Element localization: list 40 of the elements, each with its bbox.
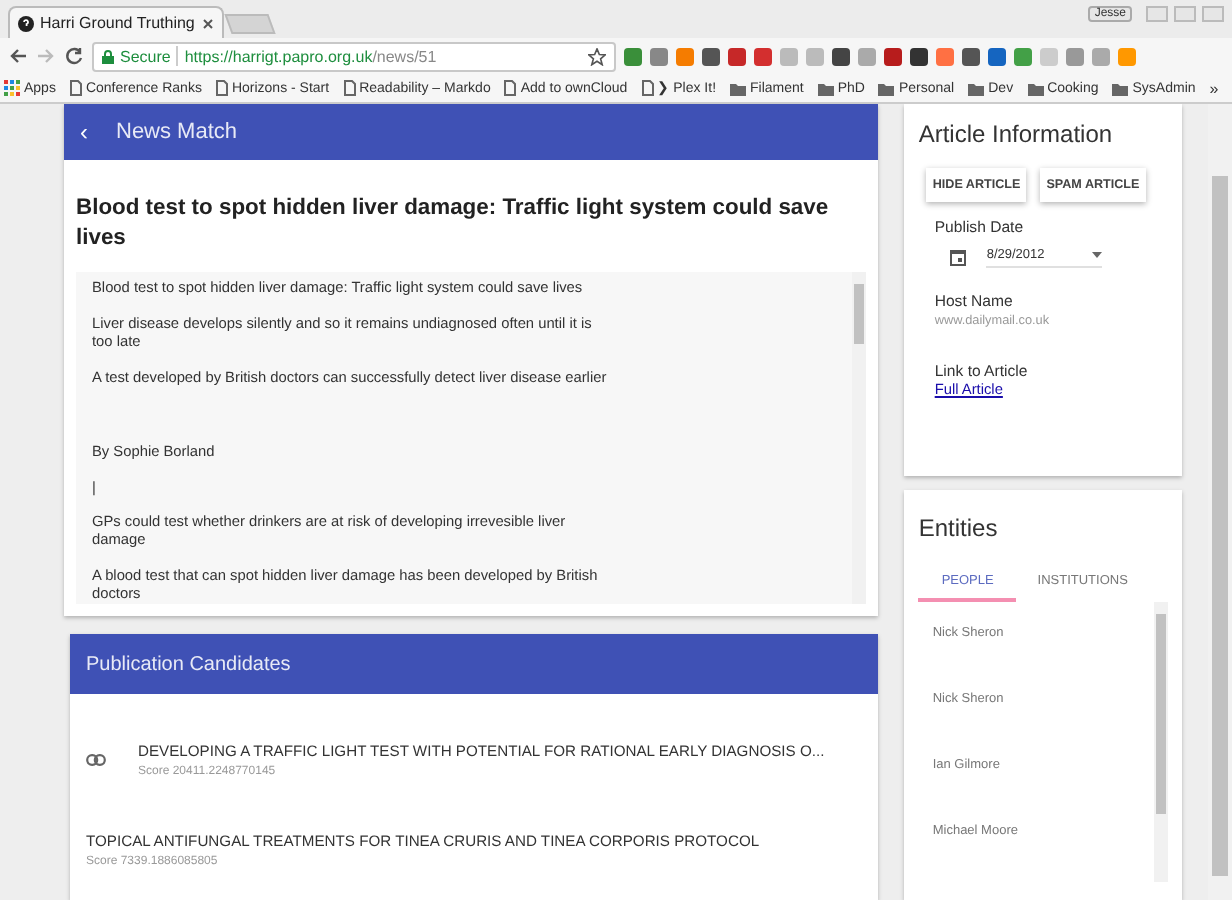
page-icon [343,80,356,96]
minimize-button[interactable] [1146,6,1168,22]
address-bar[interactable]: Secure https://harrigt.papro.org.uk/news/51 [92,41,616,71]
back-button[interactable]: ‹ [80,118,88,146]
scrollbar[interactable] [852,272,867,605]
back-arrow-icon[interactable] [8,46,28,66]
page-icon [641,80,654,96]
tab-title: Harri Ground Truthing [40,14,196,32]
caret-icon[interactable] [1092,252,1103,258]
maximize-button[interactable] [1174,6,1196,22]
folder-icon [1027,81,1044,95]
scrollbar[interactable] [1154,602,1169,882]
close-window-button[interactable] [1202,6,1224,22]
secure-label: Secure [120,47,171,65]
more-bookmarks[interactable]: » [1209,79,1219,97]
link-icon [86,754,106,767]
folder-icon [968,81,985,95]
page-icon [69,80,82,96]
star-icon[interactable] [588,47,606,65]
page-icon [504,80,517,96]
help-icon [18,15,34,31]
folder-icon [878,81,895,95]
new-tab-button[interactable] [224,14,276,34]
article-info-title: Article Information [918,120,1115,148]
browser-tab[interactable]: Harri Ground Truthing [8,6,224,38]
folder-icon [817,81,834,95]
header-title: Publication Candidates [86,653,291,676]
url-text: https://harrigt.papro.org.uk/news/51 [184,47,437,65]
folder-icon [1112,81,1129,95]
apps-grid-icon [4,80,20,96]
entities-title: Entities [918,514,1000,542]
folder-icon [730,81,747,95]
article-title: Blood test to spot hidden liver damage: Traffic light system could save lives [76,194,831,253]
forward-arrow-icon[interactable] [36,46,56,66]
calendar-icon[interactable] [950,247,967,265]
page-icon [215,80,228,96]
lock-icon [102,49,114,63]
close-icon[interactable] [202,17,214,29]
header-title: News Match [116,120,238,144]
reload-icon[interactable] [64,46,84,66]
